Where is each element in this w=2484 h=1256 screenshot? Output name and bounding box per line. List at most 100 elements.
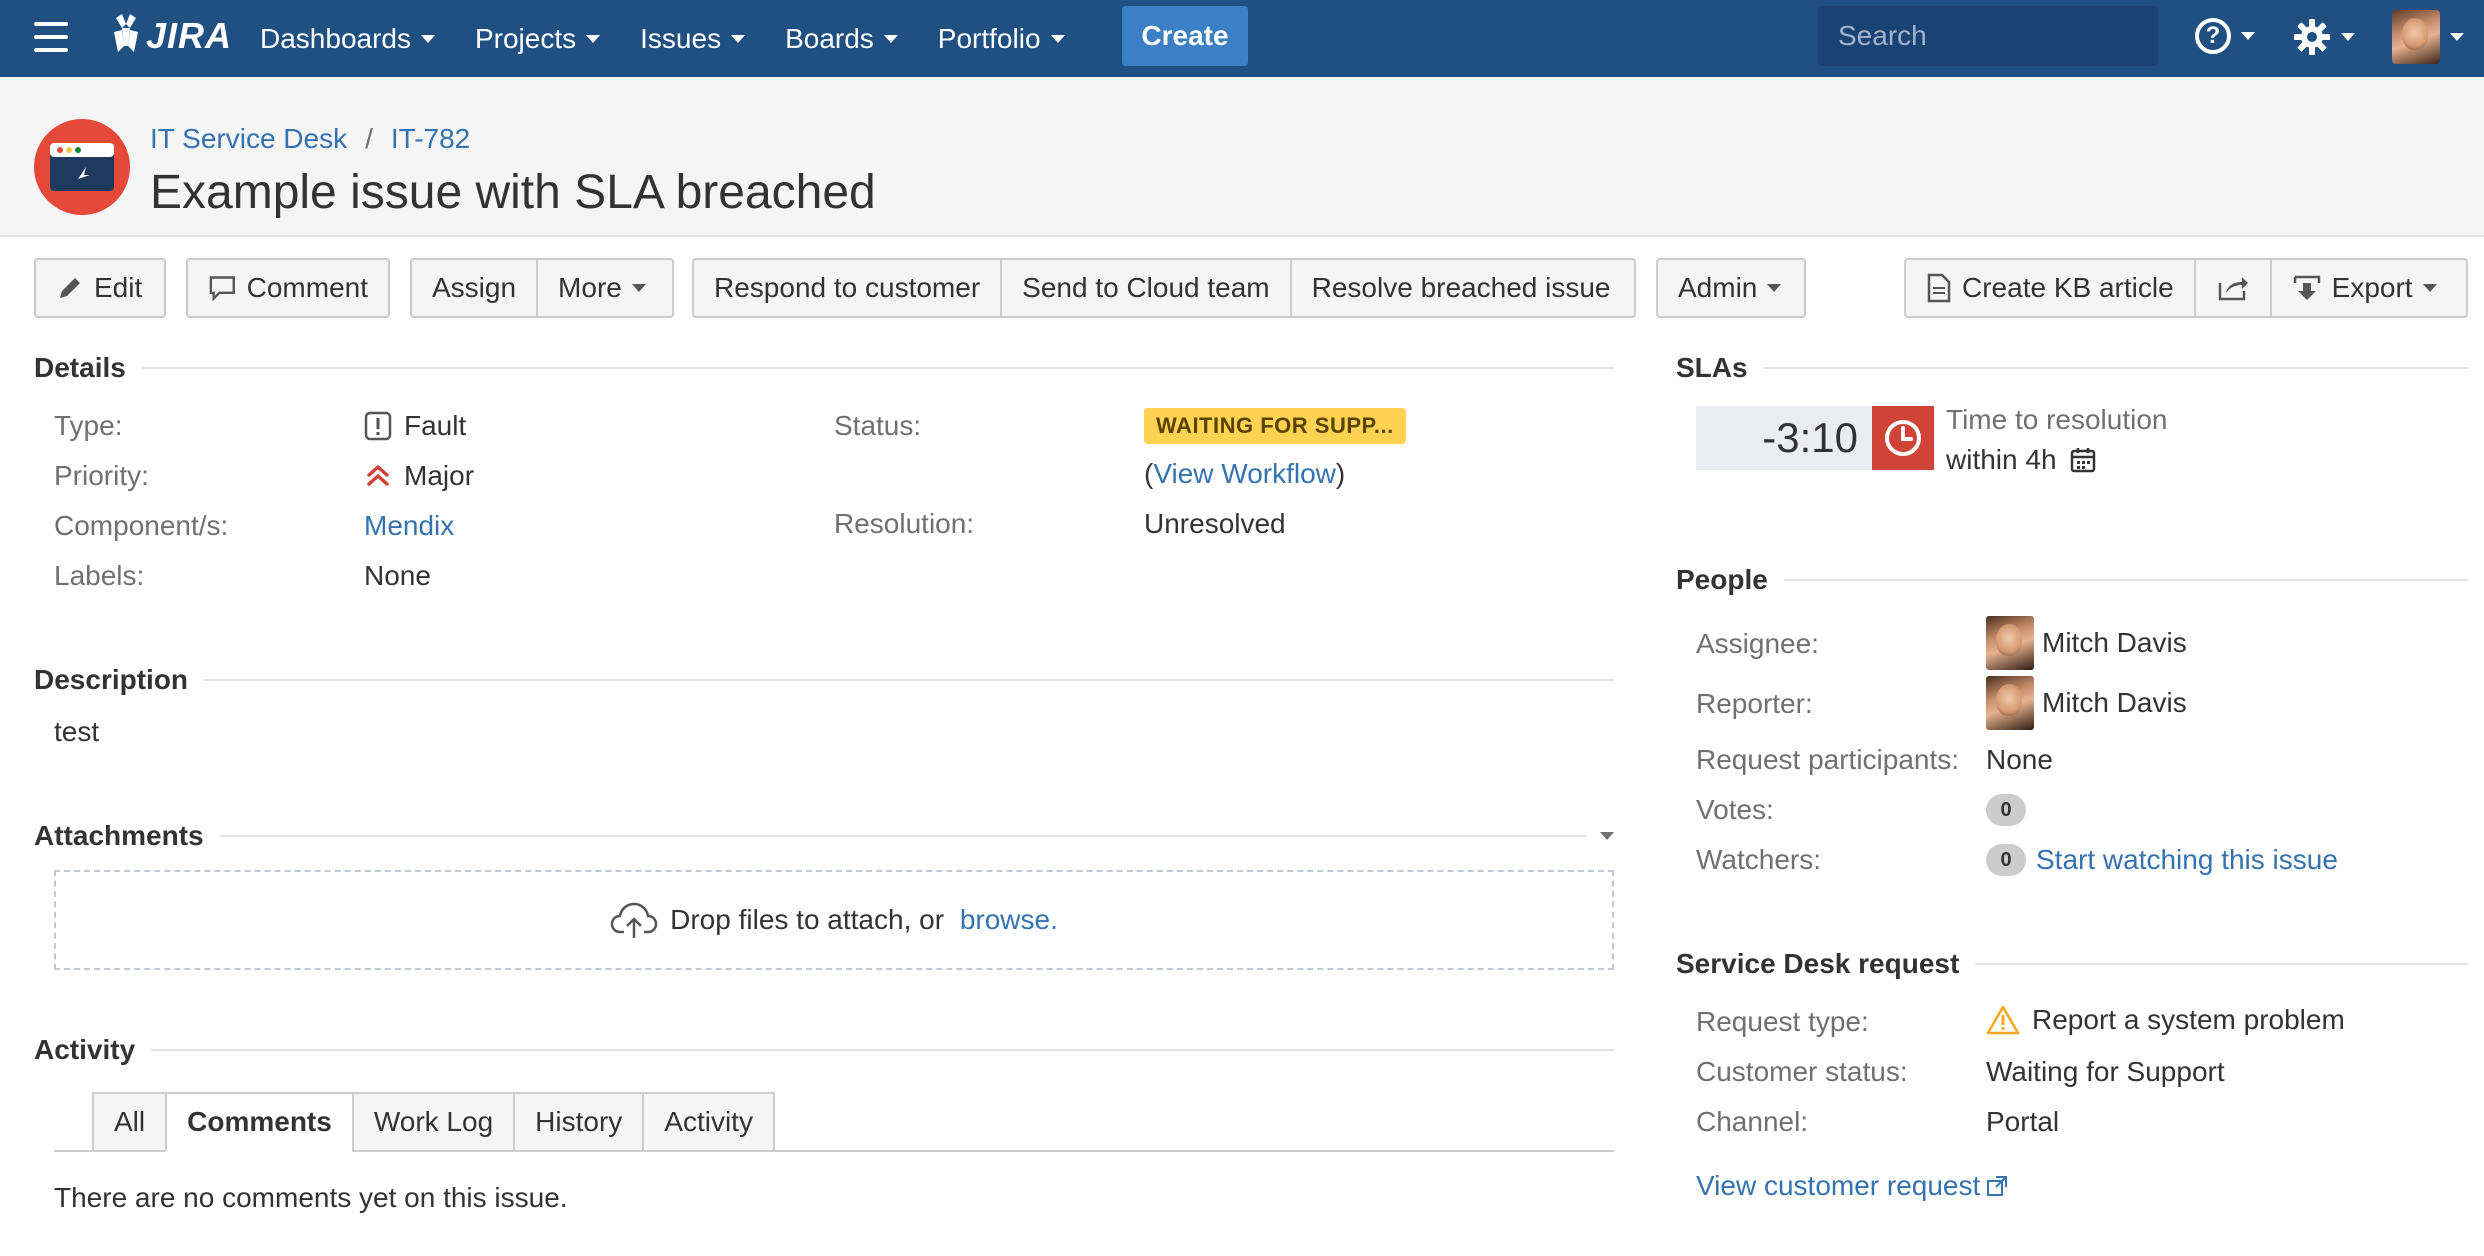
nav-projects[interactable]: Projects xyxy=(474,22,601,55)
view-customer-request-link[interactable]: View customer request xyxy=(1696,1170,1980,1202)
watchers-value: 0 Start watching this issue xyxy=(1986,844,2338,876)
primary-nav: Dashboards Projects Issues Boards Portfo… xyxy=(260,0,1105,77)
breadcrumb-separator: / xyxy=(365,123,373,154)
section-divider xyxy=(204,679,1614,681)
assign-button[interactable]: Assign xyxy=(412,260,539,316)
help-menu[interactable]: ? xyxy=(2195,18,2255,54)
attachments-options-chevron-icon[interactable] xyxy=(1600,832,1614,840)
nav-dashboards[interactable]: Dashboards xyxy=(260,23,435,55)
nav-issues-label: Issues xyxy=(640,22,722,54)
search-input[interactable] xyxy=(1838,20,2199,52)
export-button[interactable]: Export xyxy=(2272,260,2457,316)
chevron-down-icon xyxy=(2450,33,2464,41)
description-section-heading[interactable]: Description xyxy=(34,664,1614,696)
comment-button[interactable]: Comment xyxy=(186,258,390,318)
chevron-down-icon xyxy=(2422,284,2437,292)
votes-count-badge[interactable]: 0 xyxy=(1986,794,2026,826)
service-desk-request-heading[interactable]: Service Desk request xyxy=(1676,948,2468,980)
assign-more-group: Assign More xyxy=(410,258,674,318)
activity-heading-label: Activity xyxy=(34,1034,136,1065)
resolution-value: Unresolved xyxy=(1144,508,1286,539)
request-type-text: Report a system problem xyxy=(2032,1004,2345,1035)
chevron-down-icon xyxy=(1050,34,1065,43)
share-button[interactable] xyxy=(2196,260,2272,316)
project-avatar[interactable] xyxy=(34,119,130,215)
sla-breached-indicator xyxy=(1872,406,1934,470)
assignee-value[interactable]: Mitch Davis xyxy=(1986,616,2187,670)
search-box[interactable] xyxy=(1818,6,2199,66)
attachments-heading-label: Attachments xyxy=(34,820,204,851)
comment-button-label: Comment xyxy=(246,272,368,303)
type-label: Type: xyxy=(54,410,123,441)
start-watching-link[interactable]: Start watching this issue xyxy=(2036,844,2338,876)
details-section-heading[interactable]: Details xyxy=(34,352,1614,384)
activity-section-heading[interactable]: Activity xyxy=(34,1034,1614,1066)
sla-remaining-time: -3:10 xyxy=(1696,406,1872,470)
reporter-value[interactable]: Mitch Davis xyxy=(1986,676,2187,730)
browse-link[interactable]: browse. xyxy=(960,904,1058,936)
votes-value: 0 xyxy=(1986,794,2036,826)
nav-projects-label: Projects xyxy=(474,22,577,54)
attachment-dropzone[interactable]: Drop files to attach, or browse. xyxy=(54,870,1614,970)
nav-boards[interactable]: Boards xyxy=(785,23,898,55)
edit-button[interactable]: Edit xyxy=(34,258,166,318)
status-lozenge[interactable]: WAITING FOR SUPP... xyxy=(1144,408,1406,444)
app-switcher-menu-icon[interactable] xyxy=(34,22,68,52)
jira-logo-icon xyxy=(114,14,138,52)
view-customer-request[interactable]: View customer request xyxy=(1696,1170,2008,1202)
slas-heading-label: SLAs xyxy=(1676,352,1748,383)
tab-work-log[interactable]: Work Log xyxy=(351,1092,514,1152)
component-link-mendix[interactable]: Mendix xyxy=(364,510,454,542)
chevron-down-icon xyxy=(2341,33,2355,41)
status-label: Status: xyxy=(834,410,922,441)
details-heading-label: Details xyxy=(34,352,126,383)
people-section-heading[interactable]: People xyxy=(1676,564,2468,596)
tab-comments[interactable]: Comments xyxy=(165,1092,352,1152)
jira-logo[interactable]: JIRA xyxy=(108,12,232,60)
assignee-label: Assignee: xyxy=(1696,628,1819,659)
type-value-text: Fault xyxy=(404,410,467,441)
service-desk-heading-label: Service Desk request xyxy=(1676,948,1960,979)
chevron-down-icon xyxy=(2241,32,2255,40)
warning-triangle-icon xyxy=(1986,1005,2020,1035)
admin-button[interactable]: Admin xyxy=(1656,258,1806,318)
nav-portfolio[interactable]: Portfolio xyxy=(938,23,1065,55)
more-button-label: More xyxy=(558,272,622,303)
create-button[interactable]: Create xyxy=(1122,6,1248,66)
section-divider xyxy=(1975,963,2468,965)
nav-issues[interactable]: Issues xyxy=(640,22,746,55)
dropzone-text: Drop files to attach, or xyxy=(670,904,952,935)
paren-open: ( xyxy=(1144,458,1154,489)
export-button-label: Export xyxy=(2331,272,2413,303)
resolve-breached-issue-button[interactable]: Resolve breached issue xyxy=(1292,260,1631,316)
calendar-icon[interactable] xyxy=(2069,446,2097,474)
nav-dashboards-label: Dashboards xyxy=(260,22,411,54)
breadcrumb-issue-key-link[interactable]: IT-782 xyxy=(391,123,470,155)
description-heading-label: Description xyxy=(34,664,189,695)
export-download-icon xyxy=(2293,275,2320,300)
edit-button-label: Edit xyxy=(94,272,143,303)
user-profile-menu[interactable] xyxy=(2392,10,2464,64)
tab-history[interactable]: History xyxy=(513,1092,643,1152)
breadcrumb-project-link[interactable]: IT Service Desk xyxy=(150,123,347,155)
no-comments-message: There are no comments yet on this issue. xyxy=(54,1182,568,1213)
tab-activity[interactable]: Activity xyxy=(642,1092,775,1152)
priority-value: Major xyxy=(364,460,474,492)
page-title: Example issue with SLA breached xyxy=(150,166,876,219)
share-icon xyxy=(2218,277,2248,301)
workflow-transitions-group: Respond to customer Send to Cloud team R… xyxy=(692,258,1636,318)
chevron-down-icon xyxy=(731,34,746,43)
send-to-cloud-team-button[interactable]: Send to Cloud team xyxy=(1002,260,1292,316)
admin-settings-menu[interactable] xyxy=(2293,18,2355,56)
attachments-section-heading[interactable]: Attachments xyxy=(34,820,1614,852)
more-button[interactable]: More xyxy=(538,260,666,316)
create-kb-article-button[interactable]: Create KB article xyxy=(1906,260,2196,316)
view-workflow-link[interactable]: View Workflow xyxy=(1153,458,1336,490)
tab-all[interactable]: All xyxy=(92,1092,166,1152)
slas-section-heading[interactable]: SLAs xyxy=(1676,352,2468,384)
watchers-count-badge[interactable]: 0 xyxy=(1986,844,2026,876)
respond-to-customer-button[interactable]: Respond to customer xyxy=(694,260,1003,316)
description-text[interactable]: test xyxy=(54,716,99,748)
priority-label: Priority: xyxy=(54,460,149,491)
breadcrumb: IT Service Desk / IT-782 xyxy=(150,123,470,155)
